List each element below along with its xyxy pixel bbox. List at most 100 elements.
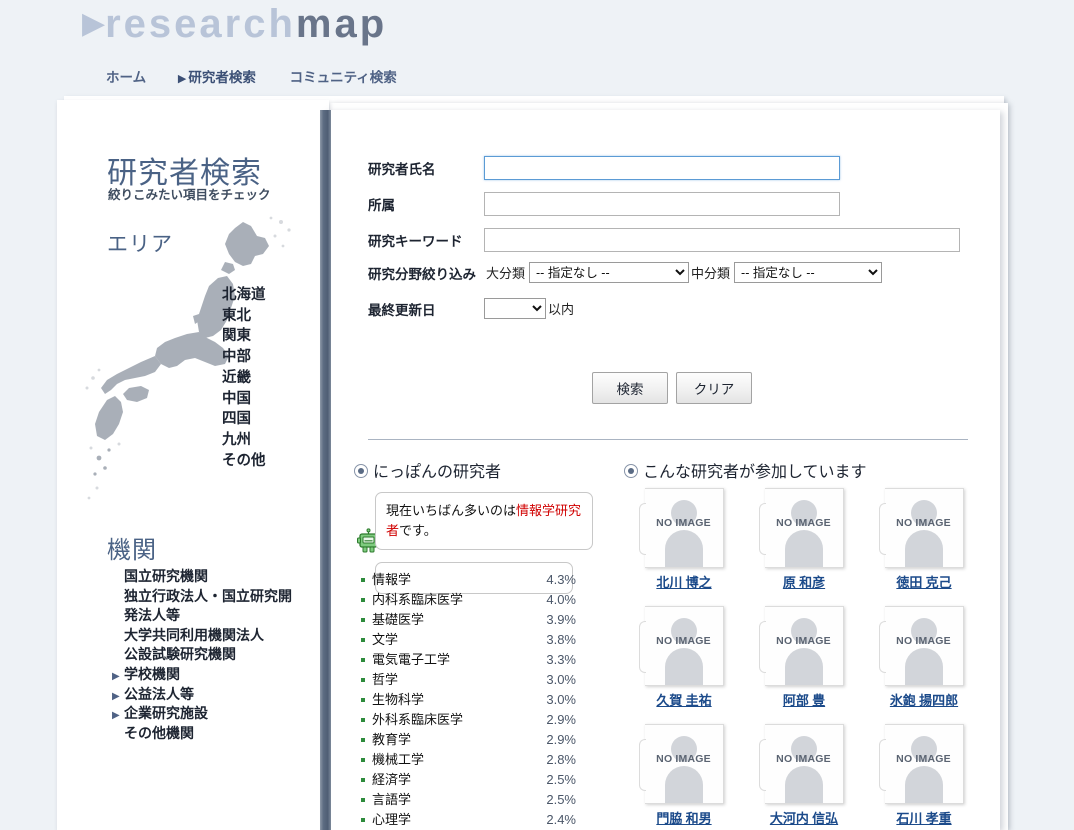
institution-item-schools[interactable]: ▶ 学校機関 [112, 666, 327, 686]
researcher-name-link[interactable]: 原 和彦 [744, 572, 864, 591]
area-item-tohoku[interactable]: 東北 [222, 306, 327, 327]
label-last-updated: 最終更新日 [368, 302, 436, 318]
researcher-card[interactable]: NO IMAGE 徳田 克己 [864, 488, 984, 606]
researcher-thumbnail[interactable]: NO IMAGE [758, 724, 844, 804]
nav-label-home: ホーム [106, 70, 147, 85]
bubble-text-suffix: です。 [399, 523, 437, 538]
area-item-shikoku[interactable]: 四国 [222, 409, 327, 430]
area-item-kinki[interactable]: 近畿 [222, 368, 327, 389]
discipline-label: 電気電子工学 [372, 652, 451, 667]
discipline-row[interactable]: 情報学 4.3% [356, 570, 580, 590]
researcher-name-link[interactable]: 阿部 豊 [744, 690, 864, 709]
bullet-icon [361, 718, 365, 722]
radio-participating-researchers[interactable] [624, 464, 638, 478]
discipline-value: 2.9% [546, 712, 576, 727]
affiliation-input[interactable] [484, 192, 840, 216]
researcher-name-link[interactable]: 大河内 信弘 [744, 808, 864, 827]
discipline-percentage-chart: 情報学 4.3% 内科系臨床医学 4.0% 基礎医学 3.9% 文学 3.8% 電気電子… [356, 570, 580, 830]
area-item-chubu[interactable]: 中部 [222, 347, 327, 368]
institution-label: その他機関 [124, 726, 194, 742]
bullet-icon [361, 678, 365, 682]
discipline-value: 3.9% [546, 612, 576, 627]
researcher-name-link[interactable]: 久賀 圭祐 [624, 690, 744, 709]
label-minor-category: 中分類 [691, 266, 731, 281]
researcher-card[interactable]: NO IMAGE 石川 孝重 [864, 724, 984, 830]
bullet-icon [361, 598, 365, 602]
researcher-thumbnail[interactable]: NO IMAGE [878, 724, 964, 804]
discipline-row[interactable]: 教育学 2.9% [356, 730, 580, 750]
discipline-value: 3.8% [546, 632, 576, 647]
bullet-icon [361, 578, 365, 582]
discipline-row[interactable]: 基礎医学 3.9% [356, 610, 580, 630]
last-updated-select[interactable] [484, 298, 546, 319]
discipline-value: 3.3% [546, 652, 576, 667]
researcher-name-link[interactable]: 門脇 和男 [624, 808, 744, 827]
researcher-card[interactable]: NO IMAGE 北川 博之 [624, 488, 744, 606]
researcher-thumbnail[interactable]: NO IMAGE [878, 488, 964, 568]
discipline-row[interactable]: 機械工学 2.8% [356, 750, 580, 770]
no-image-label: NO IMAGE [776, 753, 831, 766]
discipline-row[interactable]: 内科系臨床医学 4.0% [356, 590, 580, 610]
chevron-right-icon: ▶ [112, 710, 120, 722]
site-logo[interactable]: ▶researchmap [82, 2, 387, 47]
discipline-row[interactable]: 生物科学 3.0% [356, 690, 580, 710]
area-item-hokkaido[interactable]: 北海道 [222, 285, 327, 306]
institution-item-public-interest[interactable]: ▶ 公益法人等 [112, 686, 327, 706]
radio-nippon-researchers[interactable] [354, 464, 368, 478]
researcher-thumbnail[interactable]: NO IMAGE [878, 606, 964, 686]
form-row-field: 研究分野絞り込み 大分類 -- 指定なし -- 中分類 -- 指定なし -- [368, 262, 883, 283]
area-filter-list: 北海道 東北 関東 中部 近畿 中国 四国 九州 その他 [222, 285, 327, 471]
institution-label: 公設試験研究機関 [124, 648, 236, 664]
researcher-card[interactable]: NO IMAGE 阿部 豊 [744, 606, 864, 724]
major-category-select[interactable]: -- 指定なし -- [529, 262, 690, 283]
area-item-other[interactable]: その他 [222, 451, 327, 472]
institution-item-public-testing[interactable]: 公設試験研究機関 [112, 646, 327, 666]
discipline-row[interactable]: 文学 3.8% [356, 630, 580, 650]
researcher-card[interactable]: NO IMAGE 氷鉋 揚四郎 [864, 606, 984, 724]
institution-item-national-research[interactable]: 国立研究機関 [112, 568, 327, 588]
researcher-thumbnail[interactable]: NO IMAGE [758, 606, 844, 686]
search-button[interactable]: 検索 [592, 372, 668, 404]
area-item-chugoku[interactable]: 中国 [222, 389, 327, 410]
researcher-thumbnail[interactable]: NO IMAGE [638, 488, 724, 568]
researcher-card[interactable]: NO IMAGE 門脇 和男 [624, 724, 744, 830]
discipline-row[interactable]: 哲学 3.0% [356, 670, 580, 690]
section-divider [368, 439, 968, 440]
discipline-row[interactable]: 電気電子工学 3.3% [356, 650, 580, 670]
form-buttons: 検索 クリア [592, 372, 760, 404]
discipline-row[interactable]: 外科系臨床医学 2.9% [356, 710, 580, 730]
researcher-thumbnail[interactable]: NO IMAGE [638, 606, 724, 686]
form-row-updated: 最終更新日 以内 [368, 298, 578, 319]
area-item-kanto[interactable]: 関東 [222, 326, 327, 347]
institution-item-other[interactable]: その他機関 [112, 725, 327, 745]
minor-category-select[interactable]: -- 指定なし -- [734, 262, 883, 283]
research-keyword-input[interactable] [484, 228, 960, 252]
researcher-name-input[interactable] [484, 156, 840, 180]
chevron-right-icon: ▶ [112, 690, 120, 702]
researcher-thumbnail[interactable]: NO IMAGE [638, 724, 724, 804]
institution-item-inter-university[interactable]: 大学共同利用機関法人 [112, 627, 327, 647]
site-header: ▶researchmap ホーム ▶ 研究者検索 コミュニティ検索 [0, 0, 1074, 92]
nav-item-researcher-search[interactable]: ▶ 研究者検索 [178, 66, 256, 86]
nav-item-community-search[interactable]: コミュニティ検索 [288, 66, 397, 86]
institution-item-corporate-labs[interactable]: ▶ 企業研究施設 [112, 705, 327, 725]
researcher-name-link[interactable]: 石川 孝重 [864, 808, 984, 827]
researcher-name-link[interactable]: 氷鉋 揚四郎 [864, 690, 984, 709]
researcher-name-link[interactable]: 北川 博之 [624, 572, 744, 591]
clear-button[interactable]: クリア [676, 372, 752, 404]
institution-item-independent-admin[interactable]: 独立行政法人・国立研究開 発法人等 [112, 588, 327, 627]
logo-text-map: map [295, 2, 388, 46]
discipline-row[interactable]: 経済学 2.5% [356, 770, 580, 790]
researcher-card[interactable]: NO IMAGE 大河内 信弘 [744, 724, 864, 830]
researcher-thumbnail[interactable]: NO IMAGE [758, 488, 844, 568]
no-image-label: NO IMAGE [896, 635, 951, 648]
nav-item-home[interactable]: ホーム [104, 66, 146, 86]
area-item-kyushu[interactable]: 九州 [222, 430, 327, 451]
no-image-label: NO IMAGE [656, 753, 711, 766]
researcher-name-link[interactable]: 徳田 克己 [864, 572, 984, 591]
researcher-card[interactable]: NO IMAGE 久賀 圭祐 [624, 606, 744, 724]
discipline-row[interactable]: 言語学 2.5% [356, 790, 580, 810]
institution-label: 独立行政法人・国立研究開 発法人等 [124, 589, 292, 625]
researcher-card[interactable]: NO IMAGE 原 和彦 [744, 488, 864, 606]
discipline-row[interactable]: 心理学 2.4% [356, 810, 580, 830]
